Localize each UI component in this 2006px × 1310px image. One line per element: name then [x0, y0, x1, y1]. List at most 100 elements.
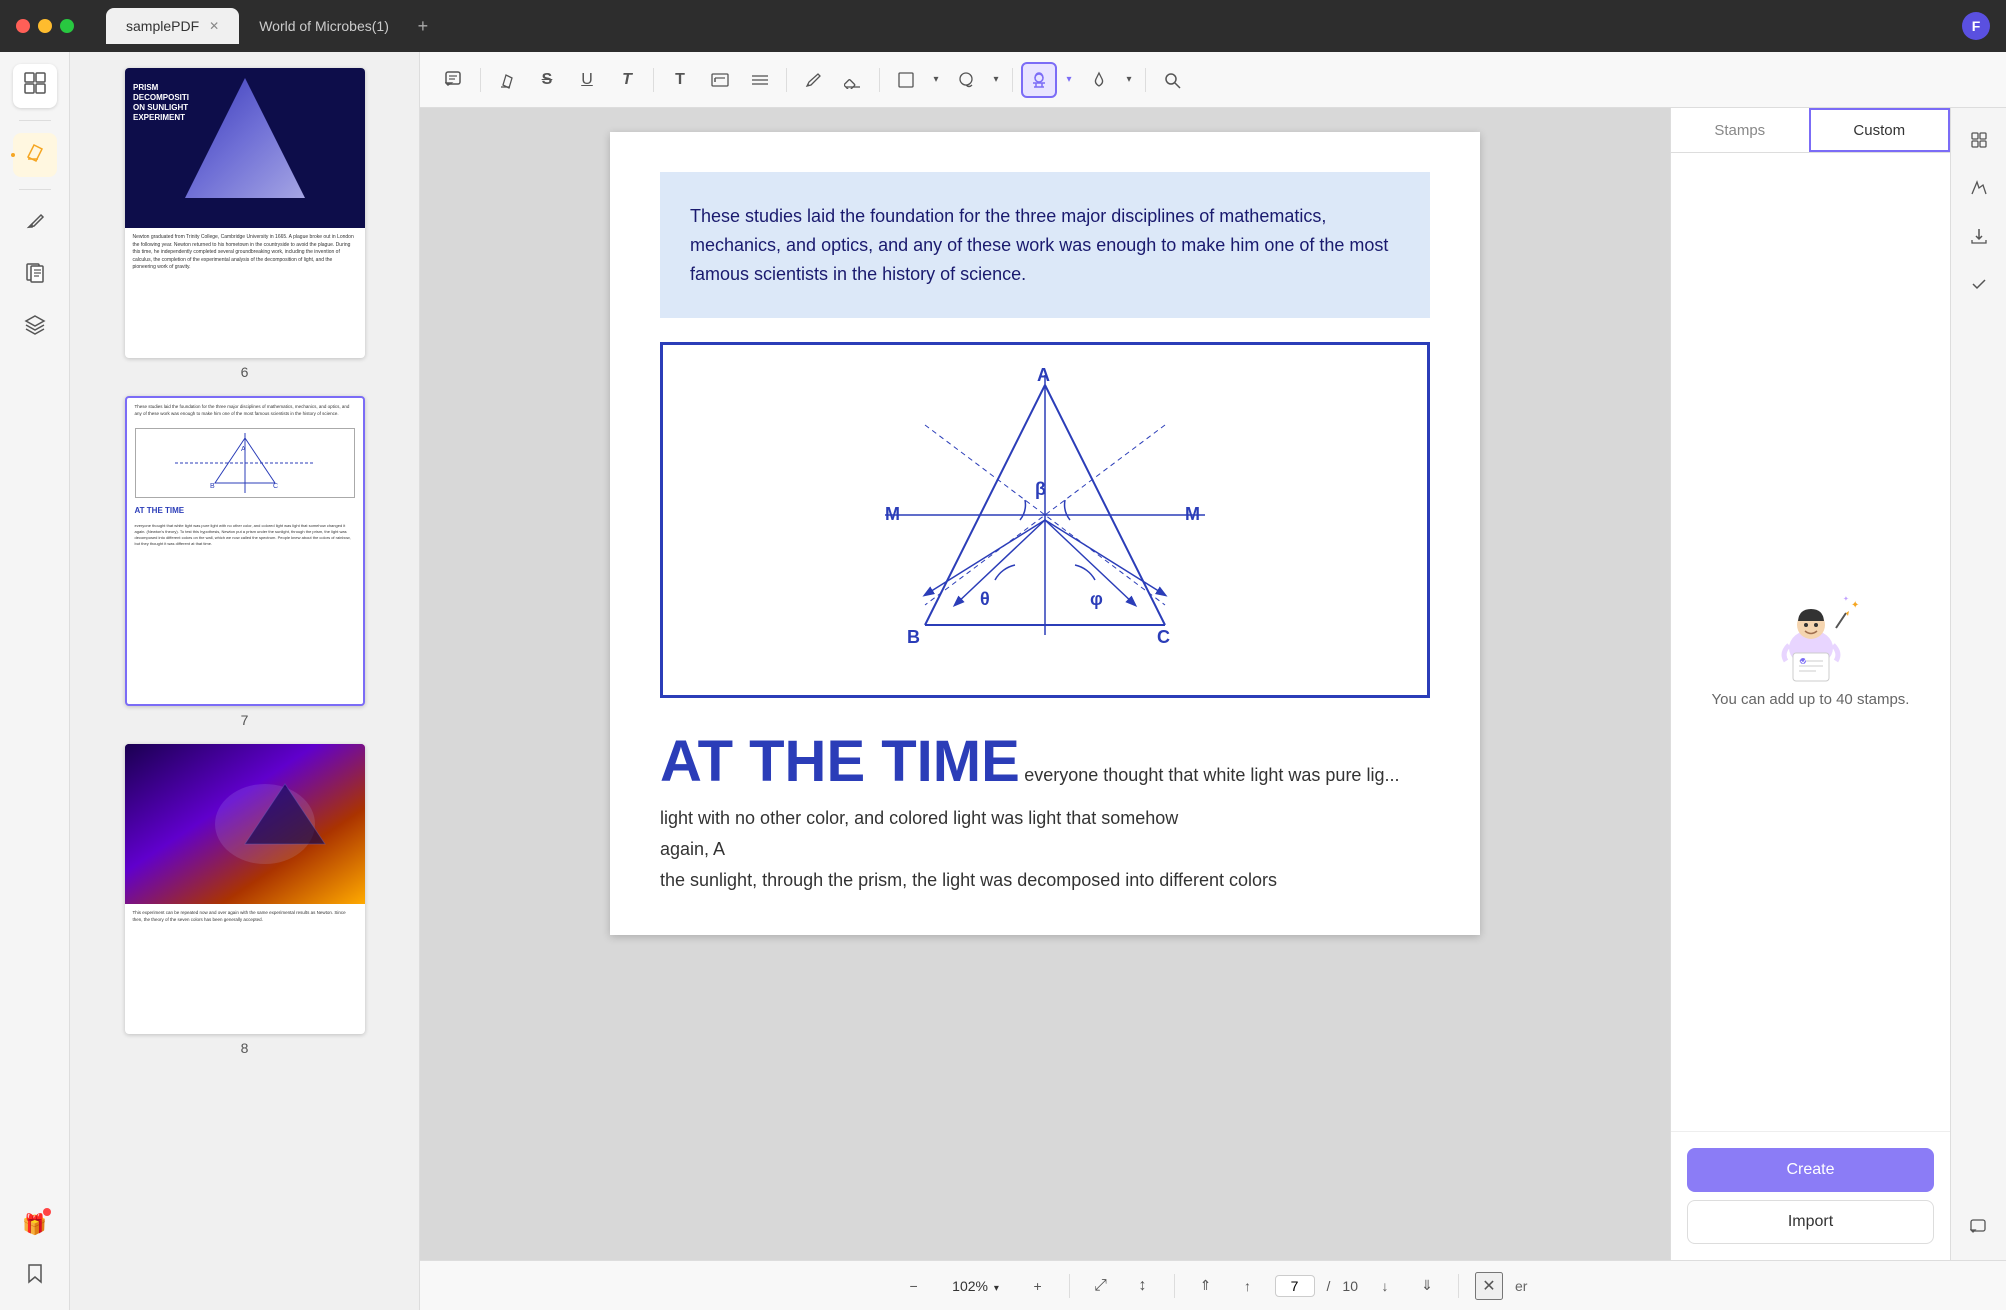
- rt-scan-button[interactable]: [1959, 120, 1999, 160]
- create-stamp-button[interactable]: Create: [1687, 1148, 1934, 1192]
- fit-width-button[interactable]: ↕: [1128, 1271, 1158, 1301]
- window-controls: [16, 19, 74, 33]
- fit-page-button[interactable]: ⤢: [1086, 1271, 1116, 1301]
- svg-text:B: B: [907, 627, 920, 647]
- sidebar-item-highlight[interactable]: [13, 133, 57, 177]
- thumb-card-8[interactable]: This experiment can be repeated now and …: [125, 744, 365, 1034]
- svg-text:A: A: [241, 446, 246, 453]
- thumb-card-6[interactable]: PRISM DECOMPOSITI ON SUNLIGHT EXPERIMENT…: [125, 68, 365, 358]
- text-color-button[interactable]: T: [609, 62, 645, 98]
- sidebar-item-pages[interactable]: [13, 254, 57, 298]
- svg-text:C: C: [1157, 627, 1170, 647]
- stamp-empty-text: You can add up to 40 stamps.: [1712, 689, 1910, 712]
- svg-text:EXPERIMENT: EXPERIMENT: [133, 113, 185, 122]
- close-window-button[interactable]: [16, 19, 30, 33]
- ink-dropdown[interactable]: ▾: [1121, 62, 1137, 98]
- thumb-card-7[interactable]: These studies laid the foundation for th…: [125, 396, 365, 706]
- bottom-text: er: [1515, 1278, 1527, 1294]
- maximize-window-button[interactable]: [60, 19, 74, 33]
- list-button[interactable]: [742, 62, 778, 98]
- sidebar-item-thumbnails[interactable]: [13, 64, 57, 108]
- svg-text:B: B: [210, 483, 215, 490]
- import-stamp-button[interactable]: Import: [1687, 1200, 1934, 1244]
- thumb-heading-7: AT THE TIME: [127, 502, 363, 519]
- comment-button[interactable]: [436, 62, 472, 98]
- thumb-image-8: [125, 744, 365, 904]
- svg-text:C: C: [273, 483, 278, 490]
- toolbar-sep-4: [879, 68, 880, 92]
- sidebar-item-bookmark[interactable]: [13, 1254, 57, 1298]
- current-page-input[interactable]: [1275, 1275, 1315, 1297]
- rt-chat-button[interactable]: [1959, 1208, 1999, 1248]
- thumb-image-6: PRISM DECOMPOSITI ON SUNLIGHT EXPERIMENT: [125, 68, 365, 228]
- content-area: These studies laid the foundation for th…: [420, 108, 1670, 1260]
- at-the-time-heading: AT THE TIME: [660, 729, 1020, 794]
- custom-tab[interactable]: Custom: [1809, 108, 1951, 152]
- zoom-level-display: 102% ▾: [941, 1278, 1011, 1294]
- search-button[interactable]: [1154, 62, 1190, 98]
- last-page-button[interactable]: ⇓: [1412, 1271, 1442, 1301]
- stamp-button[interactable]: [1021, 62, 1057, 98]
- tab-bar: samplePDF ✕ World of Microbes(1) +: [106, 8, 1950, 44]
- rt-check-button[interactable]: [1959, 264, 1999, 304]
- zoom-out-button[interactable]: −: [899, 1271, 929, 1301]
- bottom-bar: − 102% ▾ + ⤢ ↕ ⇑ ↑ / 10 ↓ ⇓ ✕ er: [420, 1260, 2006, 1310]
- gift-badge: [43, 1208, 51, 1216]
- thumb-text-7-top: These studies laid the foundation for th…: [127, 398, 363, 424]
- eraser-button[interactable]: [835, 62, 871, 98]
- page-top-section: These studies laid the foundation for th…: [660, 172, 1430, 318]
- close-bottom-button[interactable]: ✕: [1475, 1272, 1503, 1300]
- zoom-dropdown-icon[interactable]: ▾: [994, 1283, 999, 1294]
- add-tab-button[interactable]: +: [409, 12, 437, 40]
- shapes-button[interactable]: [888, 62, 924, 98]
- minimize-window-button[interactable]: [38, 19, 52, 33]
- thumb-diagram-7: A B C: [135, 428, 355, 498]
- active-indicator: [11, 153, 15, 157]
- sidebar-item-gift[interactable]: 🎁: [13, 1202, 57, 1246]
- svg-text:DECOMPOSITI: DECOMPOSITI: [133, 93, 189, 102]
- thumbnail-page-8[interactable]: This experiment can be repeated now and …: [82, 744, 407, 1056]
- next-page-button[interactable]: ↓: [1370, 1271, 1400, 1301]
- tab-close-icon[interactable]: ✕: [209, 19, 219, 33]
- highlight-button[interactable]: [489, 62, 525, 98]
- thumbnail-page-6[interactable]: PRISM DECOMPOSITI ON SUNLIGHT EXPERIMENT…: [82, 68, 407, 380]
- fill-dropdown[interactable]: ▾: [988, 62, 1004, 98]
- sidebar-item-edit[interactable]: [13, 202, 57, 246]
- rt-download-button[interactable]: [1959, 216, 1999, 256]
- sidebar-divider-1: [19, 120, 51, 121]
- underline-button[interactable]: U: [569, 62, 605, 98]
- fill-color-button[interactable]: [948, 62, 984, 98]
- diagram-section: A B C M M β θ φ: [660, 342, 1430, 698]
- svg-text:✦: ✦: [1851, 600, 1859, 611]
- total-pages: 10: [1342, 1278, 1358, 1294]
- prev-page-button[interactable]: ↑: [1233, 1271, 1263, 1301]
- tab-samplepdf[interactable]: samplePDF ✕: [106, 8, 239, 44]
- sidebar-item-layers[interactable]: [13, 306, 57, 350]
- first-page-button[interactable]: ⇑: [1191, 1271, 1221, 1301]
- tab-world-of-microbes[interactable]: World of Microbes(1): [239, 8, 409, 44]
- toolbar-sep-6: [1145, 68, 1146, 92]
- titlebar: samplePDF ✕ World of Microbes(1) + F: [0, 0, 2006, 52]
- tab-label: samplePDF: [126, 18, 199, 34]
- inline-body-text: everyone thought that white light was pu…: [1024, 765, 1399, 785]
- user-avatar[interactable]: F: [1962, 12, 1990, 40]
- stamp-dropdown[interactable]: ▾: [1061, 62, 1077, 98]
- text-box-button[interactable]: [702, 62, 738, 98]
- bottom-sep-1: [1069, 1274, 1070, 1298]
- text-button[interactable]: T: [662, 62, 698, 98]
- thumb-body-8: This experiment can be repeated now and …: [125, 904, 365, 930]
- svg-text:β: β: [1035, 479, 1046, 499]
- pencil-button[interactable]: [795, 62, 831, 98]
- strikethrough-button[interactable]: S: [529, 62, 565, 98]
- bottom-sep-2: [1174, 1274, 1175, 1298]
- bookmark-icon: [24, 1262, 46, 1290]
- zoom-in-button[interactable]: +: [1023, 1271, 1053, 1301]
- rt-signature-button[interactable]: [1959, 168, 1999, 208]
- stamps-tab[interactable]: Stamps: [1671, 108, 1809, 152]
- svg-text:M: M: [885, 504, 900, 524]
- ink-color-button[interactable]: [1081, 62, 1117, 98]
- thumb-body-7: everyone thought that white light was pu…: [127, 519, 363, 551]
- shapes-dropdown[interactable]: ▾: [928, 62, 944, 98]
- thumbnail-page-7[interactable]: These studies laid the foundation for th…: [82, 396, 407, 728]
- stamp-tabs: Stamps Custom: [1671, 108, 1950, 153]
